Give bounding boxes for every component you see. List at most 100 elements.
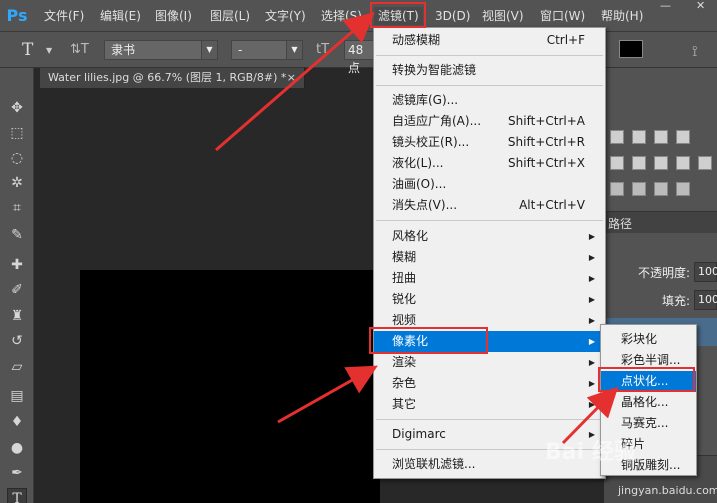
brush-tool-icon[interactable]: ✐ [7,280,27,300]
menu-view[interactable]: 视图(V) [482,7,524,25]
submenu-item-label: 彩块化 [621,332,658,346]
document-canvas[interactable] [80,270,380,503]
submenu-item-label: 晶格化... [621,395,669,409]
menu-item-label: 油画(O)... [392,177,447,191]
dodge-tool-icon[interactable]: ● [7,438,27,458]
menu-item-label: 动感模糊 [392,33,441,47]
adjust-icon[interactable] [610,182,624,196]
font-family-select[interactable]: 隶书 ▼ [104,40,218,60]
healing-brush-icon[interactable]: ✚ [7,255,27,275]
submenu-item-facet[interactable]: 彩块化 [601,329,696,350]
document-tab[interactable]: Water lilies.jpg @ 66.7% (图层 1, RGB/8#) … [40,68,305,88]
menu-item-stylize[interactable]: 风格化 ▶ [374,226,605,247]
opacity-value: 100 [698,265,717,278]
submenu-item-mosaic[interactable]: 马赛克... [601,413,696,434]
chevron-down-icon: ▼ [286,41,302,59]
menu-item-vanishing-point[interactable]: 消失点(V)... Alt+Ctrl+V [374,195,605,216]
menu-layer[interactable]: 图层(L) [210,7,250,25]
adjust-icon[interactable] [698,156,712,170]
menu-item-label: Digimarc [392,427,446,441]
lasso-tool-icon[interactable]: ◌ [7,148,27,168]
opacity-label: 不透明度: [638,266,691,280]
warp-text-icon[interactable]: ⟟ [692,42,698,60]
paths-tab-label: 路径 [608,217,633,231]
menu-item-filter-gallery[interactable]: 滤镜库(G)... [374,90,605,111]
adjust-icon[interactable] [676,130,690,144]
baidu-watermark: Bai 经验 [545,440,636,465]
tool-preset-arrow-icon[interactable]: ▼ [46,46,52,55]
adjust-icon[interactable] [676,156,690,170]
menu-separator [376,55,603,56]
close-window-button[interactable]: ✕ [696,0,705,12]
text-color-swatch[interactable] [619,40,643,58]
opacity-field[interactable]: 100 [694,262,717,282]
type-tool-icon[interactable]: T [7,488,27,503]
menu-item-liquify[interactable]: 液化(L)... Shift+Ctrl+X [374,153,605,174]
menu-item-render[interactable]: 渲染 ▶ [374,352,605,373]
blur-tool-icon[interactable]: ♦ [7,412,27,432]
adjust-icon[interactable] [610,130,624,144]
magic-wand-icon[interactable]: ✲ [7,173,27,193]
adjust-icon[interactable] [632,182,646,196]
menu-select[interactable]: 选择(S) [321,7,362,25]
text-orientation-icon[interactable]: ⇅T [70,42,89,57]
menu-item-adaptive-wide[interactable]: 自适应广角(A)... Shift+Ctrl+A [374,111,605,132]
submenu-item-label: 马赛克... [621,416,669,430]
clone-stamp-icon[interactable]: ♜ [7,306,27,326]
menu-item-label: 浏览联机滤镜... [392,457,476,471]
adjust-icon[interactable] [654,156,668,170]
eyedropper-icon[interactable]: ✎ [7,225,27,245]
menu-file[interactable]: 文件(F) [44,7,84,25]
minimize-button[interactable]: — [660,0,671,12]
menu-type[interactable]: 文字(Y) [265,7,306,25]
menu-item-sharpen[interactable]: 锐化 ▶ [374,289,605,310]
menu-item-oil-paint[interactable]: 油画(O)... [374,174,605,195]
pixelate-highlight-box [369,327,488,354]
menu-item-shortcut: Shift+Ctrl+X [508,156,585,170]
adjust-icon[interactable] [654,182,668,196]
font-style-select[interactable]: - ▼ [231,40,303,60]
marquee-tool-icon[interactable]: ⬚ [7,123,27,143]
fill-field[interactable]: 100 [694,290,717,310]
submenu-arrow-icon: ▶ [588,316,595,325]
menu-item-convert-smart[interactable]: 转换为智能滤镜 [374,60,605,81]
menu-image[interactable]: 图像(I) [155,7,192,25]
adjust-icon[interactable] [610,156,624,170]
menu-bar: Ps 文件(F) 编辑(E) 图像(I) 图层(L) 文字(Y) 选择(S) 滤… [0,0,717,32]
menu-item-label: 转换为智能滤镜 [392,63,477,77]
menu-item-noise[interactable]: 杂色 ▶ [374,373,605,394]
adjust-icon[interactable] [632,156,646,170]
close-tab-icon[interactable]: × [287,68,296,88]
adjust-icon[interactable] [632,130,646,144]
menu-item-label: 杂色 [392,376,417,390]
submenu-item-crystallize[interactable]: 晶格化... [601,392,696,413]
eraser-icon[interactable]: ▱ [7,357,27,377]
watermark-url: jingyan.baidu.com [618,484,717,497]
menu-item-blur[interactable]: 模糊 ▶ [374,247,605,268]
paths-tab[interactable]: 路径 [604,211,717,233]
font-size-field[interactable]: 48 点 [344,40,374,75]
menu-item-label: 锐化 [392,292,417,306]
gradient-tool-icon[interactable]: ▤ [7,386,27,406]
submenu-arrow-icon: ▶ [588,337,595,346]
filter-menu-highlight-box [370,2,426,28]
move-tool-icon[interactable]: ✥ [7,98,27,118]
menu-item-label: 风格化 [392,229,429,243]
menu-edit[interactable]: 编辑(E) [100,7,141,25]
history-brush-icon[interactable]: ↺ [7,331,27,351]
pen-tool-icon[interactable]: ✒ [7,463,27,483]
menu-item-other[interactable]: 其它 ▶ [374,394,605,415]
adjust-icon[interactable] [654,130,668,144]
menu-3d[interactable]: 3D(D) [435,7,470,25]
menu-item-shortcut: Shift+Ctrl+A [508,114,585,128]
menu-item-distort[interactable]: 扭曲 ▶ [374,268,605,289]
menu-item-motion-blur[interactable]: 动感模糊 Ctrl+F [374,30,605,51]
text-tool-icon[interactable]: T [22,40,33,60]
submenu-arrow-icon: ▶ [588,379,595,388]
menu-window[interactable]: 窗口(W) [540,7,585,25]
crop-tool-icon[interactable]: ⌗ [7,198,27,218]
menu-help[interactable]: 帮助(H) [601,7,643,25]
adjust-icon[interactable] [676,182,690,196]
menu-item-shortcut: Ctrl+F [546,33,585,47]
menu-item-lens-correction[interactable]: 镜头校正(R)... Shift+Ctrl+R [374,132,605,153]
